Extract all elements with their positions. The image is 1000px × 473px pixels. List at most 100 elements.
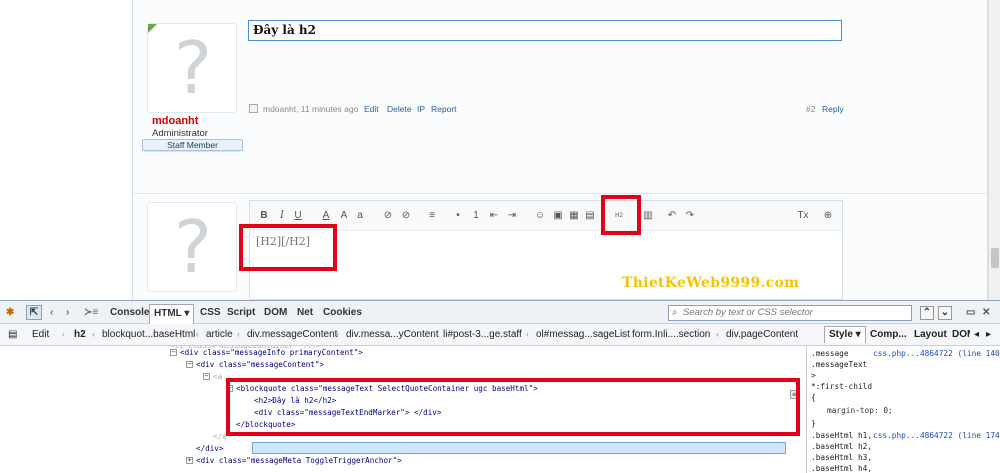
code-icon[interactable]: ▤ — [584, 209, 596, 223]
save-draft-icon[interactable]: ▥ — [642, 209, 654, 223]
edit-button[interactable]: Edit — [32, 329, 49, 341]
undo-icon[interactable]: ↶ — [666, 209, 678, 223]
image-icon[interactable]: ▣ — [552, 209, 564, 223]
tab-html[interactable]: HTML ▾ — [149, 304, 195, 324]
breadcrumb-item[interactable]: ol#messag...sageList — [536, 329, 630, 341]
tab-css[interactable]: CSS — [200, 306, 221, 320]
search-placeholder: Search by text or CSS selector — [683, 307, 813, 318]
link-icon[interactable]: ⊘ — [382, 209, 394, 223]
minimize-icon[interactable]: ▭ — [966, 306, 975, 320]
page-scrollbar[interactable] — [988, 0, 1000, 300]
separator-icon: ‹ — [62, 329, 65, 339]
highlight-html-tree — [226, 378, 800, 436]
tab-layout[interactable]: Layout — [914, 329, 947, 341]
reply-link[interactable]: Reply — [822, 104, 844, 114]
font-size-icon[interactable]: A — [338, 209, 350, 223]
close-icon[interactable]: ✕ — [982, 306, 990, 320]
tab-computed[interactable]: Comp... — [870, 329, 907, 341]
firebug-icon[interactable]: ✱ — [6, 306, 14, 320]
font-family-icon[interactable]: a — [354, 209, 366, 223]
css-selector: .message — [811, 349, 849, 358]
collapse-icon[interactable]: − — [170, 349, 177, 356]
avatar[interactable]: ? — [147, 23, 237, 113]
ip-link[interactable]: IP — [417, 104, 425, 114]
scrollbar-thumb[interactable] — [991, 248, 999, 268]
breadcrumb-item[interactable]: div.messa...yContent — [346, 329, 439, 341]
report-link[interactable]: Report — [431, 104, 457, 114]
tab-style[interactable]: Style ▾ — [824, 326, 866, 343]
tab-script[interactable]: Script — [227, 306, 255, 320]
forward-icon[interactable]: › — [66, 306, 69, 320]
user-title: Administrator — [152, 128, 208, 139]
forum-page: ? mdoanht Administrator Staff Member Đây… — [0, 0, 1000, 300]
tab-dom[interactable]: DOM — [264, 306, 287, 320]
breadcrumb-item[interactable]: article — [206, 329, 233, 341]
css-selector: .baseHtml h4, — [811, 464, 873, 473]
tab-net[interactable]: Net — [297, 306, 313, 320]
breadcrumb-item[interactable]: div.pageContent — [726, 329, 798, 341]
select-checkbox[interactable] — [249, 104, 258, 113]
inspect-icon[interactable]: ⇱ — [26, 305, 42, 320]
css-brace: } — [811, 419, 816, 428]
delete-link[interactable]: Delete — [387, 104, 412, 114]
back-icon[interactable]: ‹ — [50, 306, 53, 320]
css-property[interactable]: margin-top: 0; — [827, 405, 893, 416]
reply-avatar: ? — [147, 202, 237, 292]
collapse-icon[interactable]: − — [186, 361, 193, 368]
breadcrumb-item[interactable]: h2 — [74, 329, 86, 341]
separator-icon: ‹ — [196, 329, 199, 339]
breadcrumb-toggle-icon[interactable]: ▤ — [8, 329, 17, 341]
italic-icon[interactable]: I — [276, 209, 288, 223]
breadcrumb-item[interactable]: blockquot...baseHtml — [102, 329, 195, 341]
number-list-icon[interactable]: 1 — [470, 209, 482, 223]
message-h2-text[interactable]: Đây là h2 — [248, 20, 842, 41]
search-prev-icon[interactable]: ⌃ — [920, 306, 934, 320]
expand-icon[interactable]: + — [186, 457, 193, 464]
separator-icon: ‹ — [237, 329, 240, 339]
html-line[interactable]: </div> — [196, 443, 223, 454]
search-next-icon[interactable]: ⌄ — [938, 306, 952, 320]
breadcrumb-item[interactable]: li#post-3...ge.staff — [443, 329, 522, 341]
unlink-icon[interactable]: ⊘ — [400, 209, 412, 223]
tab-console[interactable]: Console — [110, 306, 149, 320]
tab-dom-side[interactable]: DOM — [952, 329, 970, 341]
bold-icon[interactable]: B — [258, 209, 270, 223]
underline-icon[interactable]: U — [292, 209, 304, 223]
align-icon[interactable]: ≡ — [426, 209, 438, 223]
staff-badge: Staff Member — [142, 139, 243, 151]
highlight-editor-content — [239, 224, 337, 271]
media-icon[interactable]: ▦ — [568, 209, 580, 223]
default-avatar-icon: ? — [173, 26, 213, 110]
toggle-bbcode-icon[interactable]: ⊕ — [822, 209, 834, 223]
command-line-icon[interactable]: ≻≡ — [84, 306, 98, 320]
remove-format-icon[interactable]: Tx — [796, 209, 810, 223]
bullet-list-icon[interactable]: • — [452, 209, 464, 223]
breadcrumb-item[interactable]: div.messageContent — [247, 329, 337, 341]
tabs-prev-icon[interactable]: ◂ — [974, 329, 979, 341]
redo-icon[interactable]: ↷ — [684, 209, 696, 223]
indent-icon[interactable]: ⇥ — [506, 209, 518, 223]
firebug-toolbar: ✱ ⇱ ‹ › ≻≡ Console HTML ▾ CSS Script DOM… — [0, 300, 1000, 324]
tabs-next-icon[interactable]: ▸ — [986, 329, 991, 341]
breadcrumb: ▤ Edit ‹ h2 ‹ blockquot...baseHtml ‹ art… — [0, 324, 1000, 346]
separator-icon: ‹ — [433, 329, 436, 339]
username[interactable]: mdoanht — [152, 115, 198, 127]
text-color-icon[interactable]: A — [320, 209, 332, 223]
smilie-icon[interactable]: ☺ — [534, 209, 546, 223]
html-line[interactable]: <div class="messageContent"> — [196, 359, 324, 370]
edit-link[interactable]: Edit — [364, 104, 379, 114]
selected-node-highlight — [252, 442, 786, 454]
css-source-link[interactable]: css.php...4864722 (line 1743) — [873, 430, 1000, 441]
css-source-link[interactable]: css.php...4864722 (line 1401) — [873, 348, 1000, 359]
css-selector: *:first-child — [811, 382, 873, 391]
html-line[interactable]: <div class="messageMeta ToggleTriggerAnc… — [196, 455, 402, 466]
css-selector: .baseHtml h1, — [811, 431, 873, 440]
tab-cookies[interactable]: Cookies — [323, 306, 362, 320]
search-input[interactable]: ⌕ Search by text or CSS selector — [668, 305, 912, 321]
collapse-icon[interactable]: − — [203, 373, 210, 380]
breadcrumb-item[interactable]: form.Inli....section — [632, 329, 710, 341]
html-line-partial: </a — [213, 432, 227, 441]
post-number[interactable]: #2 — [806, 104, 815, 114]
html-line[interactable]: <div class="messageInfo primaryContent"> — [180, 347, 363, 358]
outdent-icon[interactable]: ⇤ — [488, 209, 500, 223]
